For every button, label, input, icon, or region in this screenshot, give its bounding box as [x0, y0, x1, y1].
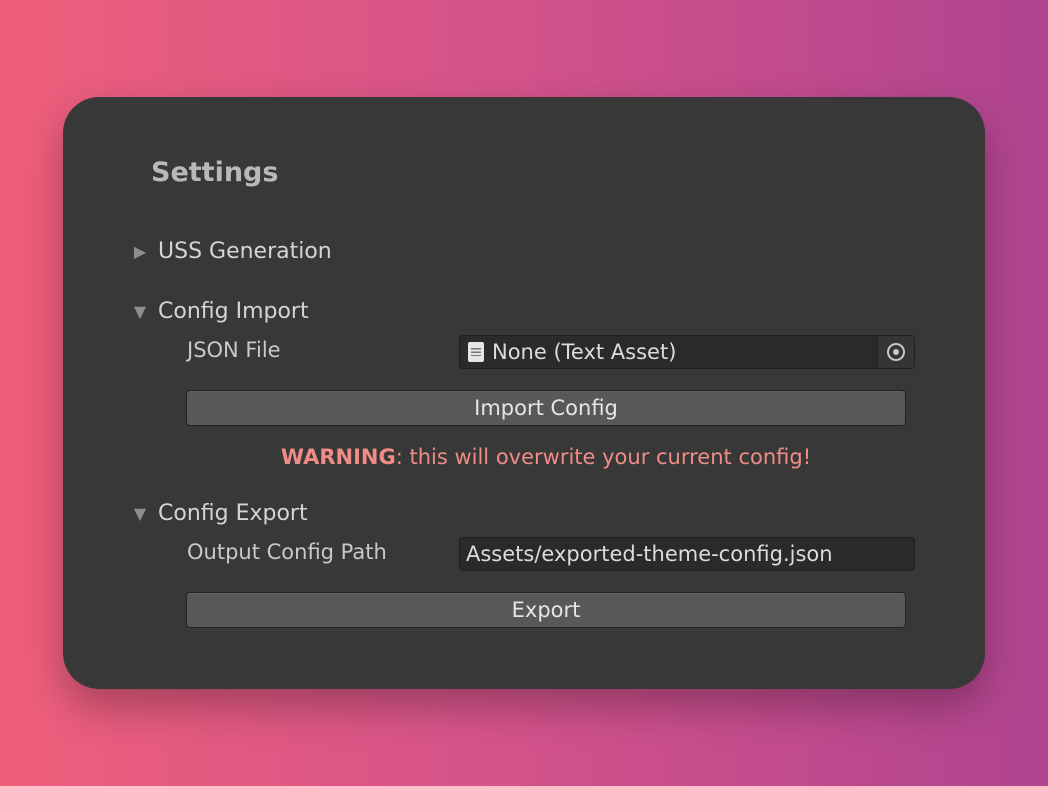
- json-file-label: JSON File: [187, 338, 281, 362]
- foldout-config-import[interactable]: ▼ Config Import: [130, 296, 309, 326]
- foldout-config-export[interactable]: ▼ Config Export: [130, 498, 308, 528]
- document-icon: [468, 342, 484, 362]
- overwrite-warning: WARNING: this will overwrite your curren…: [63, 445, 1029, 469]
- import-config-button[interactable]: Import Config: [186, 390, 906, 426]
- triangle-right-icon: ▶: [133, 241, 147, 261]
- settings-panel: Settings ▶ USS Generation ▼ Config Impor…: [63, 97, 985, 689]
- triangle-down-icon: ▼: [133, 503, 147, 523]
- warning-text: : this will overwrite your current confi…: [395, 445, 812, 469]
- foldout-uss-generation[interactable]: ▶ USS Generation: [130, 236, 332, 266]
- object-picker-button[interactable]: [877, 336, 914, 368]
- output-config-path-input[interactable]: Assets/exported-theme-config.json: [459, 537, 915, 571]
- triangle-down-icon: ▼: [133, 301, 147, 321]
- target-icon: [887, 343, 905, 361]
- json-file-object-field[interactable]: None (Text Asset): [459, 335, 915, 369]
- foldout-label: USS Generation: [158, 238, 332, 264]
- json-file-value: None (Text Asset): [492, 340, 677, 364]
- foldout-label: Config Import: [158, 298, 309, 324]
- export-button[interactable]: Export: [186, 592, 906, 628]
- foldout-label: Config Export: [158, 500, 308, 526]
- panel-title: Settings: [151, 157, 279, 188]
- output-config-path-label: Output Config Path: [187, 540, 387, 564]
- warning-prefix: WARNING: [280, 445, 396, 469]
